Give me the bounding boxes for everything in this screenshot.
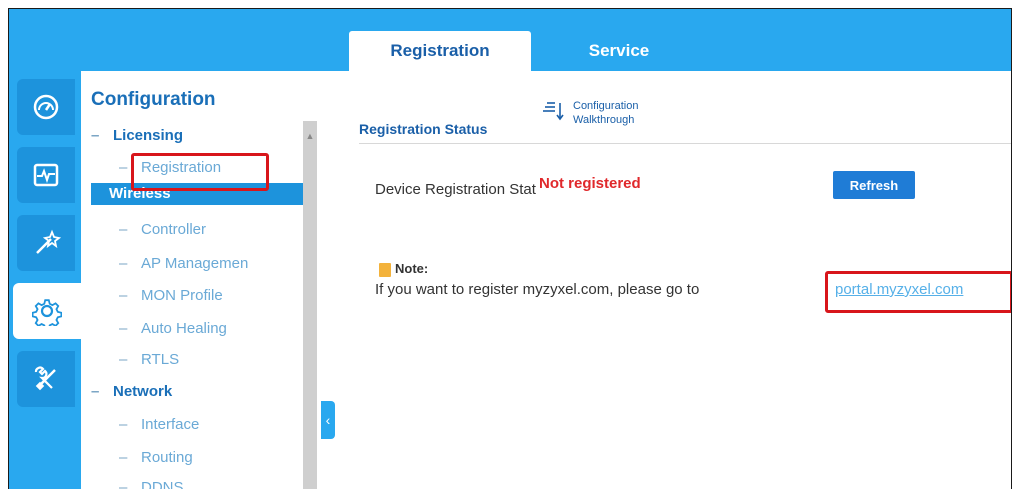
- nav-item-controller[interactable]: – Controller: [119, 221, 206, 238]
- nav-label: DDNS: [141, 479, 184, 489]
- highlight-box-portal-link: [825, 271, 1011, 313]
- dash-icon: –: [119, 255, 128, 272]
- nav-label: Interface: [141, 416, 200, 433]
- nav-item-ap-management[interactable]: – AP Managemen: [119, 255, 248, 272]
- divider: [359, 143, 1011, 144]
- nav-label: Controller: [141, 221, 207, 238]
- icon-rail: [9, 71, 81, 489]
- nav-item-rtls[interactable]: – RTLS: [119, 351, 179, 368]
- dash-icon: –: [119, 287, 128, 304]
- configuration-walkthrough-link[interactable]: Configuration Walkthrough: [573, 99, 638, 127]
- nav-group-licensing[interactable]: – Licensing: [91, 127, 183, 144]
- tab-registration[interactable]: Registration: [349, 31, 531, 71]
- device-registration-status-label: Device Registration Stat: [375, 181, 536, 198]
- note-icon: [379, 263, 391, 277]
- nav-label: AP Managemen: [141, 255, 249, 272]
- highlight-box-registration: [131, 153, 269, 191]
- dash-icon: –: [119, 320, 128, 337]
- nav-label: Routing: [141, 449, 193, 466]
- walkthrough-line2: Walkthrough: [573, 114, 635, 126]
- dash-icon: –: [119, 416, 128, 433]
- collapse-chevron-left-icon[interactable]: ‹: [321, 401, 335, 439]
- nav-label: RTLS: [141, 351, 180, 368]
- tab-service[interactable]: Service: [549, 31, 689, 71]
- nav-item-mon-profile[interactable]: – MON Profile: [119, 287, 223, 304]
- nav-item-routing[interactable]: – Routing: [119, 449, 193, 466]
- nav-item-ddns[interactable]: – DDNS: [119, 479, 184, 489]
- rail-configuration-button[interactable]: [13, 283, 81, 339]
- note-text: If you want to register myzyxel.com, ple…: [375, 281, 700, 298]
- wizard-icon: [36, 229, 61, 254]
- rail-monitor-button[interactable]: [17, 147, 75, 203]
- rail-maintenance-button[interactable]: [17, 351, 75, 407]
- nav-label: Network: [113, 383, 173, 400]
- configuration-gear-icon: [32, 299, 62, 326]
- refresh-button[interactable]: Refresh: [833, 171, 915, 199]
- rail-wizard-button[interactable]: [17, 215, 75, 271]
- main-content: Registration Status Configuration Walkth…: [335, 71, 1011, 489]
- dash-icon: –: [91, 127, 100, 144]
- nav-item-auto-healing[interactable]: – Auto Healing: [119, 320, 227, 337]
- dash-icon: –: [119, 221, 128, 238]
- navigation-panel: Configuration – Licensing – Registration W…: [81, 71, 321, 489]
- dash-icon: –: [119, 449, 128, 466]
- nav-label: Auto Healing: [141, 320, 227, 337]
- dashboard-icon: [33, 94, 59, 120]
- nav-title: Configuration: [91, 89, 216, 110]
- dash-icon: –: [119, 351, 128, 368]
- nav-label: Licensing: [113, 127, 184, 144]
- registration-status-value: Not registered: [539, 175, 641, 192]
- note-label: Note:: [395, 261, 429, 276]
- dash-icon: –: [119, 479, 128, 489]
- walkthrough-line1: Configuration: [573, 100, 639, 112]
- walkthrough-sort-icon[interactable]: [543, 97, 565, 123]
- scroll-up-arrow-icon[interactable]: ▲: [303, 131, 317, 141]
- dash-icon: –: [91, 383, 100, 400]
- nav-item-interface[interactable]: – Interface: [119, 416, 199, 433]
- nav-group-network[interactable]: – Network: [91, 383, 172, 400]
- maintenance-tools-icon: [34, 366, 56, 391]
- section-title: Registration Status: [359, 121, 488, 137]
- nav-label: MON Profile: [141, 287, 223, 304]
- monitor-icon: [33, 163, 59, 187]
- nav-scrollbar[interactable]: [303, 121, 317, 489]
- app-window: Registration Service Configuration – Lic…: [8, 8, 1012, 489]
- rail-dashboard-button[interactable]: [17, 79, 75, 135]
